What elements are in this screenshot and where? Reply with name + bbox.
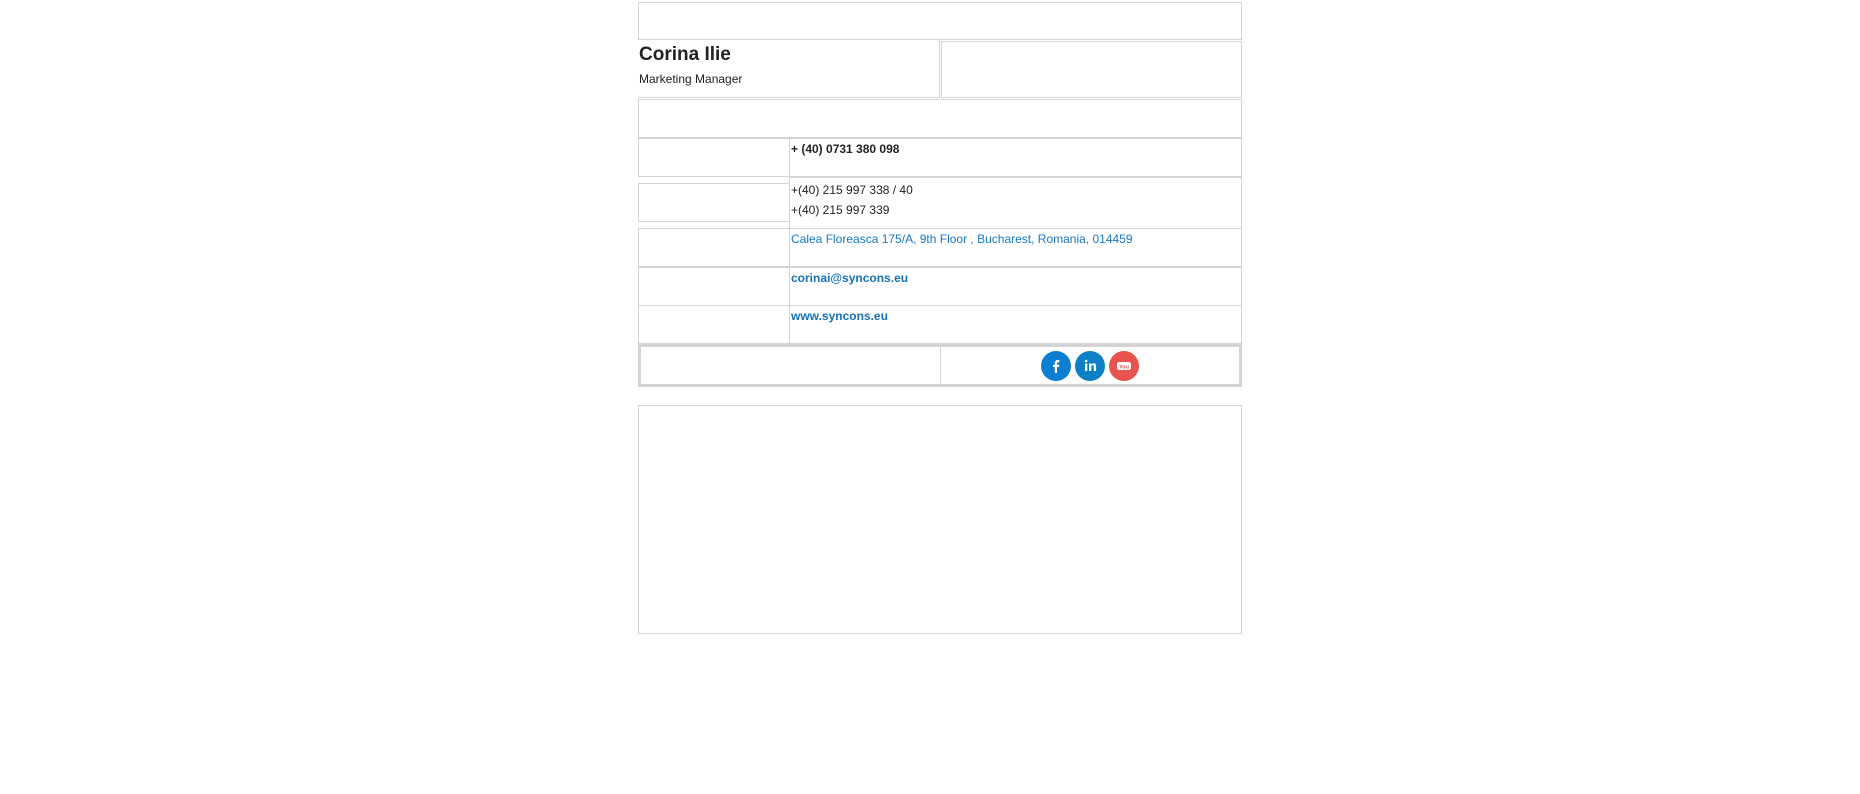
address-label-cell [638, 228, 790, 267]
mobile-label-cell [638, 138, 790, 177]
email-link[interactable]: corinai@syncons.eu [791, 268, 908, 288]
social-right-cell: You [940, 346, 1240, 385]
website-link[interactable]: www.syncons.eu [791, 306, 888, 326]
contact-title: Marketing Manager [639, 72, 743, 86]
mobile-value-cell: + (40) 0731 380 098 [789, 138, 1242, 177]
address-value-cell: Calea Floreasca 175/A, 9th Floor , Bucha… [789, 228, 1242, 267]
mobile-number[interactable]: + (40) 0731 380 098 [791, 139, 899, 159]
social-icons: You [941, 347, 1239, 384]
email-value-cell: corinai@syncons.eu [789, 267, 1242, 306]
address-link[interactable]: Calea Floreasca 175/A, 9th Floor , Bucha… [791, 229, 1133, 249]
contact-name: Corina Ilie [639, 44, 731, 65]
phone-number-1[interactable]: +(40) 215 997 338 / 40 [791, 180, 913, 200]
banner-area [638, 405, 1242, 634]
phone-value-cell: +(40) 215 997 338 / 40 +(40) 215 997 339 [789, 177, 1242, 229]
header-cell [638, 2, 1242, 40]
logo-cell [941, 41, 1242, 98]
phone-label-cell [638, 183, 790, 222]
facebook-icon[interactable] [1041, 350, 1071, 381]
svg-text:You: You [1119, 364, 1129, 370]
email-label-cell [638, 267, 790, 306]
phone-number-2[interactable]: +(40) 215 997 339 [791, 200, 889, 220]
social-left-cell [640, 346, 941, 385]
website-label-cell [638, 305, 790, 344]
name-cell: Corina Ilie Marketing Manager [638, 40, 940, 98]
linkedin-icon[interactable] [1075, 350, 1105, 381]
website-value-cell: www.syncons.eu [789, 305, 1242, 344]
social-row: You [638, 344, 1242, 387]
spacer-cell [638, 99, 1242, 138]
youtube-icon[interactable]: You [1109, 350, 1139, 381]
